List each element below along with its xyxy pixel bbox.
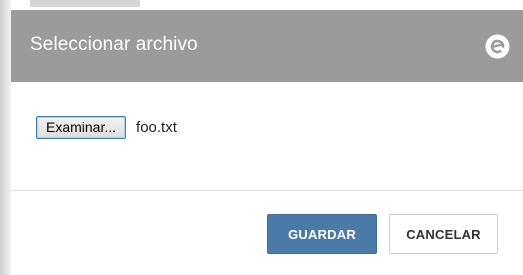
dialog-footer: GUARDAR CANCELAR <box>11 191 523 275</box>
background-overlay <box>0 0 11 275</box>
app-logo-icon <box>484 33 511 60</box>
dialog-header: Seleccionar archivo <box>11 10 523 82</box>
selected-file-name: foo.txt <box>136 119 177 136</box>
dialog-body: Examinar... foo.txt <box>11 82 523 191</box>
save-button[interactable]: GUARDAR <box>267 214 377 254</box>
page: Seleccionar archivo Examinar... foo.txt … <box>0 0 523 275</box>
select-file-dialog: Seleccionar archivo Examinar... foo.txt … <box>11 10 523 275</box>
file-input[interactable]: Examinar... foo.txt <box>36 116 177 139</box>
browse-button[interactable]: Examinar... <box>36 116 127 139</box>
dialog-title: Seleccionar archivo <box>30 34 198 55</box>
cancel-button[interactable]: CANCELAR <box>389 214 498 254</box>
